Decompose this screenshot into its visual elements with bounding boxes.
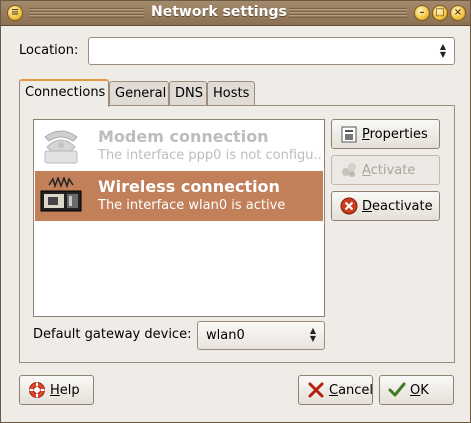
deactivate-icon [340, 197, 358, 215]
close-icon: × [453, 7, 463, 18]
close-button[interactable]: × [450, 5, 466, 21]
properties-button[interactable]: Properties [331, 119, 440, 149]
cancel-button[interactable]: Cancel [298, 375, 373, 405]
connection-name: Wireless connection [98, 177, 280, 196]
title-bar[interactable]: ≡ Network settings – □ × [1, 1, 470, 26]
cancel-label: Cancel [329, 382, 374, 398]
cancel-x-icon [308, 382, 324, 398]
tab-dns[interactable]: DNS [169, 81, 207, 106]
ok-label: OK [410, 382, 429, 398]
wireless-card-icon [40, 177, 82, 212]
help-label: Help [50, 382, 80, 398]
title-grip-left [29, 8, 144, 18]
help-lifebuoy-icon [29, 382, 45, 398]
title-grip-right [289, 8, 407, 18]
connection-row-modem[interactable]: Modem connection The interface ppp0 is n… [35, 121, 323, 171]
minimize-button[interactable]: – [414, 5, 430, 21]
location-label: Location: [19, 43, 79, 58]
properties-label: Properties [362, 126, 428, 142]
activate-label: Activate [362, 162, 416, 178]
tab-general[interactable]: General [109, 81, 169, 106]
menu-icon: ≡ [10, 7, 20, 18]
tab-hosts[interactable]: Hosts [207, 81, 255, 106]
activate-button[interactable]: Activate [331, 155, 440, 185]
maximize-button[interactable]: □ [432, 5, 448, 21]
window-menu-button[interactable]: ≡ [7, 5, 23, 21]
network-settings-window: ≡ Network settings – □ × Location: ▲ ▼ Co… [0, 0, 471, 423]
connection-description: The interface wlan0 is active [98, 198, 286, 213]
gateway-device-select[interactable]: wlan0 ▲ ▼ [197, 321, 325, 350]
gateway-label: Default gateway device: [33, 327, 192, 342]
updown-arrows-icon: ▲ ▼ [439, 42, 447, 59]
deactivate-label: Deactivate [362, 198, 433, 214]
window-title: Network settings [151, 4, 287, 20]
location-select[interactable]: ▲ ▼ [88, 37, 455, 65]
properties-icon [341, 126, 357, 143]
minimize-icon: – [419, 7, 425, 18]
modem-phone-icon [44, 130, 78, 164]
maximize-icon: □ [435, 7, 445, 18]
connection-description: The interface ppp0 is not configu... [98, 148, 323, 163]
deactivate-button[interactable]: Deactivate [331, 191, 440, 221]
activate-icon [342, 163, 356, 177]
gateway-value: wlan0 [206, 328, 245, 343]
tab-connections[interactable]: Connections [19, 79, 109, 107]
connection-name: Modem connection [98, 127, 269, 146]
connection-row-wireless[interactable]: Wireless connection The interface wlan0 … [35, 171, 323, 221]
ok-check-icon [388, 382, 406, 397]
ok-button[interactable]: OK [379, 375, 454, 405]
connections-list[interactable]: Modem connection The interface ppp0 is n… [33, 119, 325, 317]
updown-arrows-icon: ▲ ▼ [309, 326, 317, 343]
help-button[interactable]: Help [19, 375, 94, 405]
